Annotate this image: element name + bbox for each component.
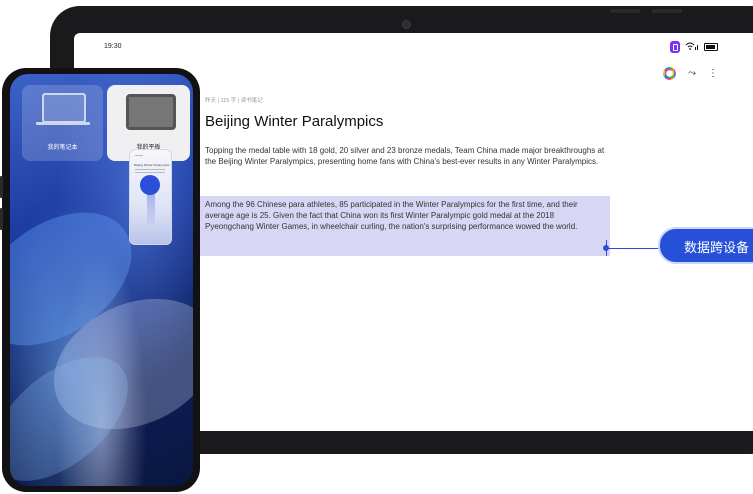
tablet-power-button	[652, 9, 682, 13]
tablet-icon	[126, 94, 176, 130]
phone-power-button	[0, 208, 3, 230]
phone-volume-button	[0, 176, 3, 198]
selection-end-handle[interactable]	[603, 245, 609, 251]
document-paragraph[interactable]: Topping the medal table with 18 gold, 20…	[205, 145, 605, 167]
preview-line	[135, 155, 143, 156]
selected-paragraph[interactable]: Among the 96 Chinese para athletes, 85 p…	[205, 199, 605, 233]
connector-line	[606, 248, 660, 249]
more-vertical-icon[interactable]: ⋮	[708, 68, 718, 79]
status-time: 19:30	[104, 43, 122, 50]
wifi-signal-icon	[685, 42, 699, 52]
laptop-icon	[42, 93, 86, 123]
battery-icon	[704, 43, 718, 51]
dragged-content-preview[interactable]: Beijing Winter Paralympics	[129, 149, 172, 245]
phone-device: 我的笔记本 我的平板 Beijing Winter Paralympics	[0, 68, 200, 492]
color-picker-icon[interactable]	[663, 67, 676, 80]
document-toolbar: ⤳ ⋮	[663, 67, 718, 80]
device-tile-laptop[interactable]: 我的笔记本	[22, 85, 103, 161]
front-camera	[402, 20, 411, 29]
tablet-volume-button	[610, 9, 640, 13]
cross-device-callout: 数据跨设备	[658, 227, 753, 264]
status-bar-icons	[670, 41, 718, 53]
phone-screen: 我的笔记本 我的平板 Beijing Winter Paralympics	[10, 74, 193, 486]
drag-point[interactable]	[140, 175, 160, 195]
share-icon[interactable]: ⤳	[688, 68, 696, 79]
device-label: 我的笔记本	[47, 145, 78, 151]
laptop-base	[36, 122, 90, 125]
document-title[interactable]: Beijing Winter Paralympics	[205, 113, 383, 130]
note-meta: 昨天 | 115 字 | 读书笔记	[205, 98, 263, 104]
preview-line	[135, 172, 165, 173]
preview-title: Beijing Winter Paralympics	[134, 163, 170, 167]
preview-line	[135, 169, 165, 170]
app-badge-icon[interactable]	[670, 41, 680, 53]
selected-text-highlight[interactable]: Among the 96 Chinese para athletes, 85 p…	[198, 196, 610, 256]
